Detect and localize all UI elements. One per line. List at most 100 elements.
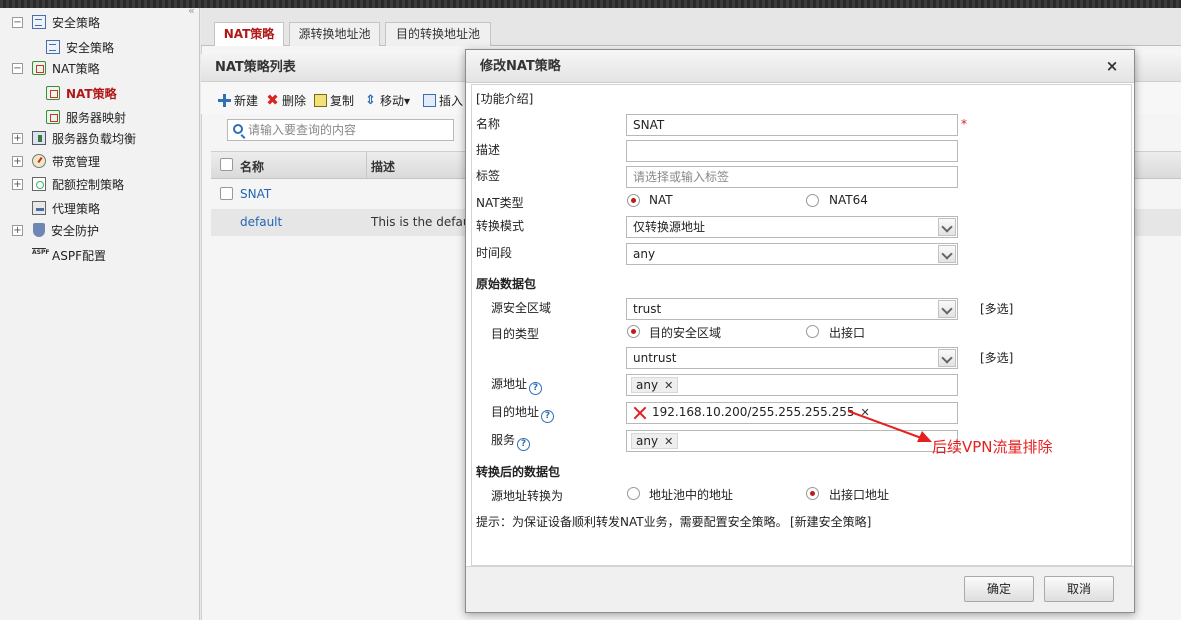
- row-name-link[interactable]: default: [240, 215, 282, 229]
- sidebar-item-server-mapping[interactable]: 服务器映射: [46, 107, 126, 127]
- src-trans-opt-interface: 出接口地址: [829, 488, 890, 502]
- column-divider: [366, 152, 367, 178]
- dst-type-label: 目的类型: [491, 327, 540, 341]
- sidebar-item-security-policy-group[interactable]: − 安全策略: [12, 12, 100, 32]
- sidebar-item-label: NAT策略: [66, 86, 117, 101]
- insert-label: 插入: [439, 94, 464, 108]
- dst-zone-select[interactable]: untrust: [626, 347, 958, 369]
- help-icon[interactable]: ?: [517, 438, 531, 451]
- dst-type-radio-interface[interactable]: [806, 325, 819, 338]
- src-trans-radio-pool[interactable]: [627, 487, 640, 500]
- sidebar-collapse-button[interactable]: «: [188, 4, 195, 17]
- name-label: 名称: [476, 117, 501, 131]
- tag-field[interactable]: 请选择或输入标签: [626, 166, 958, 188]
- nat-icon: [32, 61, 46, 75]
- copy-icon: [314, 94, 327, 107]
- annotation-arrow: [847, 410, 932, 442]
- remove-icon[interactable]: ✕: [664, 379, 673, 392]
- dst-zone-multiselect-link[interactable]: [多选]: [980, 349, 1013, 366]
- sidebar-item-label: 服务器负载均衡: [52, 131, 137, 146]
- required-mark: *: [961, 117, 967, 131]
- delete-button[interactable]: ✖ 删除: [266, 92, 306, 109]
- src-zone-value: trust: [633, 302, 662, 316]
- tab-source-pool[interactable]: 源转换地址池: [289, 22, 380, 46]
- cancel-button[interactable]: 取消: [1044, 576, 1114, 602]
- time-select[interactable]: any: [626, 243, 958, 265]
- proxy-icon: [32, 201, 46, 215]
- time-label: 时间段: [476, 246, 513, 260]
- desc-field[interactable]: [626, 140, 958, 162]
- new-security-policy-link[interactable]: [新建安全策略]: [790, 513, 871, 530]
- src-trans-radio-interface[interactable]: [806, 487, 819, 500]
- move-button[interactable]: ⇕ 移动▾: [364, 92, 410, 109]
- delete-icon: ✖: [266, 91, 279, 109]
- sidebar-item-security-policy[interactable]: 安全策略: [46, 37, 114, 57]
- dst-type-opt-zone: 目的安全区域: [649, 326, 722, 340]
- chevron-down-icon[interactable]: [938, 245, 956, 263]
- expand-toggle-icon[interactable]: +: [12, 178, 23, 190]
- dst-addr-tag-text: 192.168.10.200/255.255.255.255: [652, 405, 855, 419]
- row-name-link[interactable]: SNAT: [240, 187, 271, 201]
- sidebar-item-bandwidth[interactable]: + 带宽管理: [12, 151, 100, 171]
- post-section-title: 转换后的数据包: [476, 465, 561, 479]
- time-value: any: [633, 247, 656, 261]
- nat-icon: [46, 86, 60, 100]
- sidebar-item-proxy-policy[interactable]: 代理策略: [32, 198, 100, 218]
- mode-select[interactable]: 仅转换源地址: [626, 216, 958, 238]
- sidebar-item-nat-policy[interactable]: NAT策略: [46, 83, 117, 103]
- column-desc[interactable]: 描述: [371, 158, 395, 175]
- sidebar-item-server-load-balance[interactable]: + 服务器负载均衡: [12, 128, 136, 148]
- copy-button[interactable]: 复制: [314, 92, 354, 109]
- dst-type-radio-zone[interactable]: [627, 325, 640, 338]
- select-all-checkbox[interactable]: [220, 158, 233, 171]
- src-trans-opt-pool: 地址池中的地址: [649, 488, 734, 502]
- nat-type-opt-nat64: NAT64: [829, 193, 868, 207]
- intro-link[interactable]: [功能介绍]: [476, 90, 533, 107]
- aspf-icon: ASPF: [32, 248, 49, 262]
- sidebar-item-nat-policy-group[interactable]: − NAT策略: [12, 58, 100, 78]
- delete-label: 删除: [282, 94, 307, 108]
- nat-type-radio-nat64[interactable]: [806, 194, 819, 207]
- collapse-toggle-icon[interactable]: −: [12, 16, 23, 28]
- row-checkbox[interactable]: [220, 187, 233, 200]
- new-label: 新建: [234, 94, 259, 108]
- add-icon: [218, 94, 231, 107]
- new-button[interactable]: 新建: [218, 92, 258, 109]
- row-desc: This is the default: [371, 215, 479, 229]
- sidebar-item-quota-control[interactable]: + 配额控制策略: [12, 174, 124, 194]
- help-icon[interactable]: ?: [529, 382, 543, 395]
- ok-button[interactable]: 确定: [964, 576, 1034, 602]
- sidebar-item-label: 服务器映射: [66, 110, 127, 125]
- shield-icon: [33, 223, 45, 237]
- insert-button[interactable]: 插入: [423, 92, 463, 109]
- tab-nat-policy[interactable]: NAT策略: [214, 22, 284, 47]
- sidebar-item-security-protection[interactable]: + 安全防护: [12, 220, 99, 240]
- policy-doc-icon: [32, 15, 46, 29]
- nat-type-radio-nat[interactable]: [627, 194, 640, 207]
- tab-destination-pool[interactable]: 目的转换地址池: [385, 22, 491, 46]
- sidebar-item-aspf[interactable]: ASPF ASPF配置: [32, 245, 106, 265]
- chevron-down-icon[interactable]: [938, 300, 956, 318]
- quota-icon: [32, 177, 46, 191]
- remove-icon[interactable]: ✕: [664, 435, 673, 448]
- expand-toggle-icon[interactable]: +: [12, 132, 23, 144]
- dst-addr-label-text: 目的地址: [491, 405, 540, 419]
- nat-icon: [46, 110, 60, 124]
- help-icon[interactable]: ?: [541, 410, 555, 423]
- search-icon: [233, 124, 243, 134]
- close-icon[interactable]: ×: [1104, 57, 1120, 75]
- chevron-down-icon[interactable]: [938, 349, 956, 367]
- name-field[interactable]: SNAT: [626, 114, 958, 136]
- src-zone-multiselect-link[interactable]: [多选]: [980, 300, 1013, 317]
- sidebar-item-label: 安全防护: [51, 223, 100, 238]
- expand-toggle-icon[interactable]: +: [12, 155, 23, 167]
- collapse-toggle-icon[interactable]: −: [12, 62, 23, 74]
- chevron-down-icon[interactable]: [938, 218, 956, 236]
- dst-addr-label: 目的地址?: [491, 403, 555, 423]
- column-name[interactable]: 名称: [240, 158, 264, 175]
- expand-toggle-icon[interactable]: +: [12, 224, 23, 236]
- src-addr-label: 源地址?: [491, 375, 543, 395]
- search-input[interactable]: 请输入要查询的内容: [227, 119, 454, 141]
- src-zone-select[interactable]: trust: [626, 298, 958, 320]
- top-window-bar: [0, 0, 1181, 8]
